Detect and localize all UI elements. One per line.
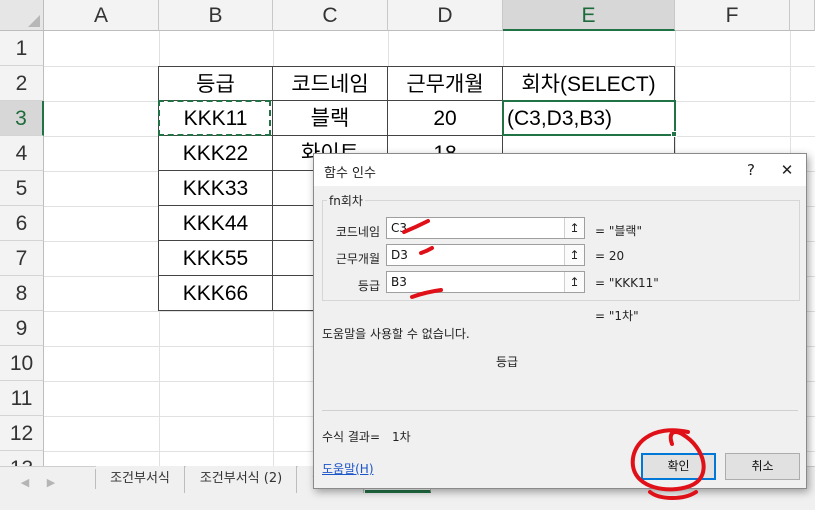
arg-result-grade: = "KKK11" <box>595 276 659 290</box>
column-header-d[interactable]: D <box>388 0 503 31</box>
cell-e3[interactable]: (C3,D3,B3) <box>503 101 675 136</box>
collapse-dialog-icon[interactable]: ↥ <box>564 272 584 292</box>
cancel-button[interactable]: 취소 <box>725 453 800 480</box>
column-header-c[interactable]: C <box>273 0 388 31</box>
divider <box>322 410 798 411</box>
close-icon[interactable]: ✕ <box>769 154 805 186</box>
cell-b4[interactable]: KKK22 <box>158 136 273 171</box>
sheet-tab[interactable]: 조건부서식 (2) <box>186 466 297 493</box>
row-header-9[interactable]: 9 <box>0 311 44 346</box>
row-header-3[interactable]: 3 <box>0 101 44 136</box>
row-header-8[interactable]: 8 <box>0 276 44 311</box>
collapse-dialog-icon[interactable]: ↥ <box>564 218 584 238</box>
fill-handle[interactable] <box>671 131 677 137</box>
column-header-a[interactable]: A <box>44 0 159 31</box>
cell-b3[interactable]: KKK11 <box>158 101 273 136</box>
table-header-grade[interactable]: 등급 <box>158 66 273 101</box>
cell-b8[interactable]: KKK66 <box>158 276 273 311</box>
table-header-months[interactable]: 근무개월 <box>388 66 503 101</box>
column-header-b[interactable]: B <box>159 0 273 31</box>
row-header-5[interactable]: 5 <box>0 171 44 206</box>
dialog-titlebar[interactable]: 함수 인수 ? ✕ <box>314 154 806 186</box>
cell-c3[interactable]: 블랙 <box>273 101 388 136</box>
select-all-corner[interactable] <box>0 0 44 31</box>
help-icon[interactable]: ? <box>733 154 769 186</box>
table-header-codename[interactable]: 코드네임 <box>273 66 388 101</box>
row-header-10[interactable]: 10 <box>0 346 44 381</box>
formula-result-value: 1차 <box>392 430 411 444</box>
arg-result-codename: = "블랙" <box>595 224 642 238</box>
table-header-round[interactable]: 회차(SELECT) <box>503 66 675 101</box>
arg-label-grade: 등급 <box>357 279 380 293</box>
cell-b7[interactable]: KKK55 <box>158 241 273 276</box>
function-description: 도움말을 사용할 수 없습니다. <box>322 327 470 341</box>
help-link[interactable]: 도움말(H) <box>322 460 374 477</box>
arg-label-months: 근무개월 <box>335 252 380 266</box>
function-result-preview: = "1차" <box>595 309 639 323</box>
cell-d3[interactable]: 20 <box>388 101 503 136</box>
row-header-2[interactable]: 2 <box>0 66 44 101</box>
ok-button[interactable]: 확인 <box>641 453 716 480</box>
formula-result-label: 수식 결과= <box>322 430 381 444</box>
cell-b6[interactable]: KKK44 <box>158 206 273 241</box>
cell-b5[interactable]: KKK33 <box>158 171 273 206</box>
arg-input-grade[interactable]: B3 <box>386 271 585 293</box>
row-header-1[interactable]: 1 <box>0 31 44 66</box>
function-arguments-dialog: 함수 인수 ? ✕ fn회차 코드네임 C3 ↥ = "블랙" 근무개월 D3 … <box>313 153 807 489</box>
collapse-dialog-icon[interactable]: ↥ <box>564 245 584 265</box>
arg-input-codename[interactable]: C3 <box>386 217 585 239</box>
row-header-12[interactable]: 12 <box>0 416 44 451</box>
arg-label-codename: 코드네임 <box>335 225 380 239</box>
function-name: fn회차 <box>327 192 365 209</box>
row-header-13[interactable]: 13 <box>0 451 44 466</box>
row-header-4[interactable]: 4 <box>0 136 44 171</box>
arg-input-months[interactable]: D3 <box>386 244 585 266</box>
column-header-g[interactable] <box>790 0 815 31</box>
column-header-e[interactable]: E <box>503 0 675 31</box>
sheet-tab[interactable]: 조건부서식 <box>96 466 185 493</box>
row-header-7[interactable]: 7 <box>0 241 44 276</box>
column-header-f[interactable]: F <box>675 0 790 31</box>
current-argument-name: 등급 <box>496 355 519 369</box>
scroll-tabs-left-button[interactable]: ◀ <box>16 474 34 492</box>
dialog-title: 함수 인수 <box>324 166 376 181</box>
row-header-6[interactable]: 6 <box>0 206 44 241</box>
row-header-11[interactable]: 11 <box>0 381 44 416</box>
arg-result-months: = 20 <box>595 249 625 263</box>
scroll-tabs-right-button[interactable]: ▶ <box>42 474 60 492</box>
